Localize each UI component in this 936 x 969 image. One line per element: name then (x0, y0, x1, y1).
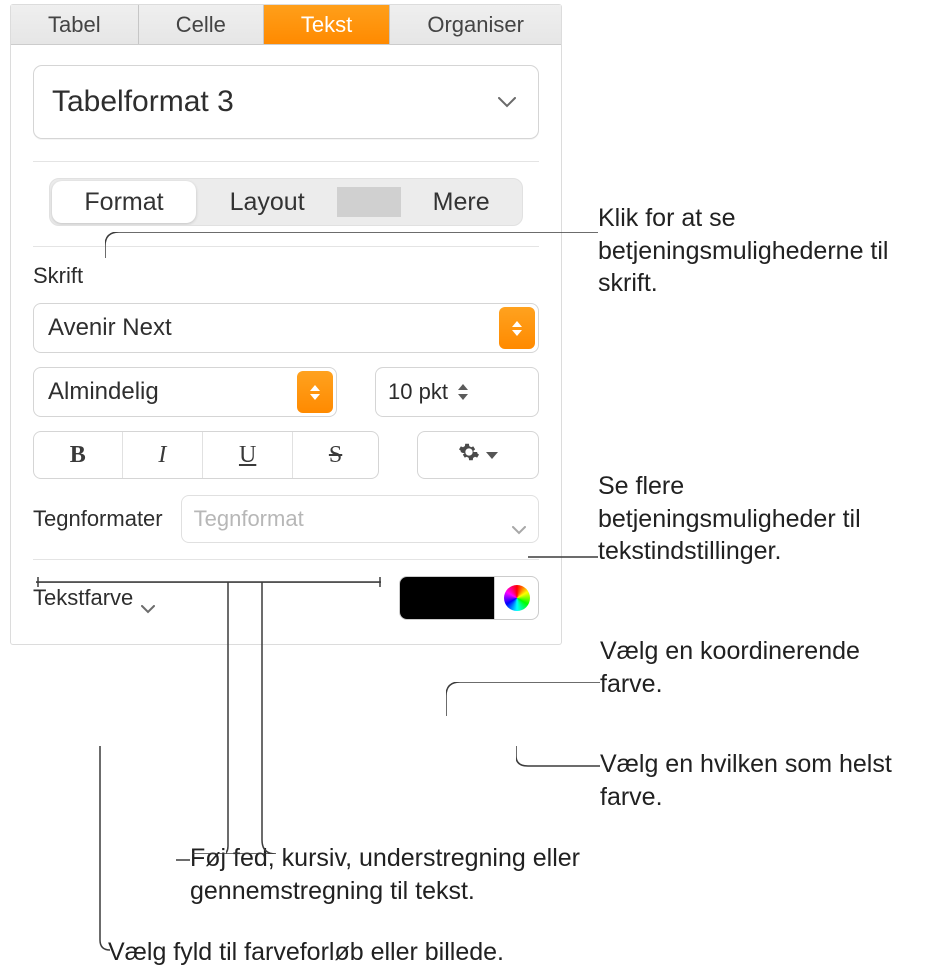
arrow-down-icon (310, 394, 320, 400)
color-wheel-icon (504, 585, 530, 611)
callout-swatch: Vælg en koordinerende farve. (600, 635, 920, 700)
typeface-dropdown[interactable]: Almindelig (33, 367, 337, 417)
subtab-format[interactable]: Format (52, 181, 195, 223)
italic-button[interactable]: I (123, 432, 204, 478)
callout-wheel: Vælg en hvilken som helst farve. (600, 748, 920, 813)
chevron-down-icon (498, 97, 516, 108)
divider (33, 161, 539, 162)
inspector-panel: Tabel Celle Tekst Organiser Tabelformat … (10, 4, 562, 645)
strikethrough-button[interactable]: S (293, 432, 378, 478)
seg-divider (337, 187, 401, 217)
tab-tekst[interactable]: Tekst (264, 5, 389, 44)
typeface-label: Almindelig (34, 378, 294, 406)
callout-gear: Se flere betjeningsmuligheder til teksti… (598, 470, 918, 568)
advanced-options-button[interactable] (417, 431, 539, 479)
callout-textcolor: Vælg fyld til farveforløb eller billede. (108, 936, 668, 969)
subtab-mere[interactable]: Mere (401, 179, 522, 225)
color-controls (399, 576, 539, 620)
font-family-label: Avenir Next (34, 314, 496, 342)
font-size-field[interactable]: 10 pkt (375, 367, 539, 417)
paragraph-style-label: Tabelformat 3 (52, 85, 234, 119)
font-size-stepper[interactable] (454, 384, 472, 400)
divider (33, 559, 539, 560)
top-tab-bar: Tabel Celle Tekst Organiser (11, 5, 561, 45)
tab-organiser[interactable]: Organiser (390, 5, 561, 44)
panel-body: Tabelformat 3 Format Layout Mere Skrift … (11, 45, 561, 644)
character-style-placeholder: Tegnformat (194, 506, 304, 532)
chevron-down-icon (512, 515, 526, 524)
paragraph-style-dropdown[interactable]: Tabelformat 3 (33, 65, 539, 139)
typeface-stepper[interactable] (297, 371, 333, 413)
chevron-down-icon (486, 452, 498, 459)
stepper-down-icon (458, 394, 468, 400)
bold-button[interactable]: B (34, 432, 123, 478)
character-style-dropdown[interactable]: Tegnformat (181, 495, 539, 543)
font-family-stepper[interactable] (499, 307, 535, 349)
arrow-down-icon (512, 330, 522, 336)
arrow-up-icon (310, 385, 320, 391)
font-family-dropdown[interactable]: Avenir Next (33, 303, 539, 353)
gear-icon (458, 441, 480, 469)
character-styles-label: Tegnformater (33, 506, 163, 532)
tab-celle[interactable]: Celle (139, 5, 263, 44)
text-style-segmented: B I U S (33, 431, 379, 479)
tab-tabel[interactable]: Tabel (11, 5, 138, 44)
stepper-up-icon (458, 384, 468, 390)
color-picker-button[interactable] (495, 576, 539, 620)
arrow-up-icon (512, 321, 522, 327)
font-size-value: 10 pkt (388, 379, 448, 405)
color-well[interactable] (399, 576, 495, 620)
underline-button[interactable]: U (203, 432, 293, 478)
subtab-layout[interactable]: Layout (198, 179, 337, 225)
callout-format-tab: Klik for at se betjeningsmulighederne ti… (598, 202, 918, 300)
subtab-segmented-control: Format Layout Mere (33, 178, 539, 226)
